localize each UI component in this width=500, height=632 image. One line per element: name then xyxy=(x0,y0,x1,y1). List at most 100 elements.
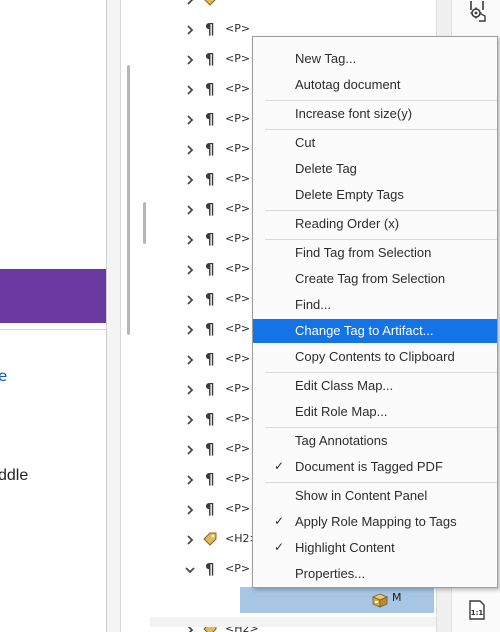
tree-row-label: <P> xyxy=(225,22,251,35)
tree-row-label: <P> xyxy=(225,562,251,575)
paragraph-icon: ¶ xyxy=(205,230,215,248)
panel-gutter xyxy=(107,0,121,632)
chevron-right-icon[interactable] xyxy=(184,54,196,66)
menu-separator xyxy=(265,129,497,130)
chevron-right-icon[interactable] xyxy=(184,474,196,486)
checkmark-icon: ✓ xyxy=(274,540,285,554)
menu-item-label: Find... xyxy=(295,297,332,312)
menu-item-label: Properties... xyxy=(295,566,366,581)
menu-item[interactable]: Reading Order (x) xyxy=(253,212,497,236)
menu-item[interactable]: Show in Content Panel xyxy=(253,484,497,508)
menu-item-label: Edit Role Map... xyxy=(295,404,388,419)
chevron-right-icon[interactable] xyxy=(184,234,196,246)
tree-row-label: <P> xyxy=(225,142,251,155)
tags-horizontal-scrollbar[interactable] xyxy=(150,617,436,627)
chevron-right-icon[interactable] xyxy=(184,324,196,336)
menu-item[interactable]: ✓ Highlight Content xyxy=(253,536,497,560)
menu-item-label: Change Tag to Artifact... xyxy=(295,323,434,338)
gutter-divider xyxy=(120,0,121,632)
chevron-right-icon[interactable] xyxy=(184,294,196,306)
menu-item-label: New Tag... xyxy=(295,51,357,66)
panel-resize-handle[interactable] xyxy=(143,202,146,244)
selected-tree-row[interactable] xyxy=(240,587,434,613)
tree-row[interactable] xyxy=(150,0,436,14)
chevron-right-icon[interactable] xyxy=(184,384,196,396)
menu-item-label: Reading Order (x) xyxy=(295,216,400,231)
chevron-right-icon[interactable] xyxy=(184,84,196,96)
chevron-right-icon[interactable] xyxy=(184,534,196,546)
chevron-right-icon[interactable] xyxy=(184,354,196,366)
menu-item-label: Delete Tag xyxy=(295,161,357,176)
paragraph-icon: ¶ xyxy=(205,470,215,488)
chevron-right-icon[interactable] xyxy=(184,0,196,6)
chevron-right-icon[interactable] xyxy=(184,414,196,426)
tree-row-label: <P> xyxy=(225,412,251,425)
menu-item-label: Increase font size(y) xyxy=(295,106,413,121)
tree-row-label: <P> xyxy=(225,352,251,365)
chevron-right-icon[interactable] xyxy=(184,204,196,216)
menu-item[interactable]: Delete Empty Tags xyxy=(253,183,497,207)
document-page-area: e ddle xyxy=(0,0,107,632)
tree-row-label: <P> xyxy=(225,262,251,275)
menu-item[interactable]: Edit Class Map... xyxy=(253,374,497,398)
menu-item[interactable]: Tag Annotations xyxy=(253,429,497,453)
menu-separator xyxy=(265,239,497,240)
tree-row-label: <P> xyxy=(225,322,251,335)
context-menu: New Tag... Autotag document Increase font … xyxy=(252,36,498,588)
chevron-down-icon[interactable] xyxy=(184,564,196,576)
actual-size-button[interactable]: 1:1 xyxy=(466,599,488,621)
box-icon xyxy=(371,593,389,608)
tree-row-label: <P> xyxy=(225,382,251,395)
checkmark-icon: ✓ xyxy=(274,459,285,473)
menu-item[interactable]: Cut xyxy=(253,131,497,155)
tree-row-label: <P> xyxy=(225,112,251,125)
chevron-right-icon[interactable] xyxy=(184,504,196,516)
selected-tree-label: M xyxy=(392,591,402,604)
actual-size-label: 1:1 xyxy=(471,609,484,617)
chevron-right-icon[interactable] xyxy=(184,114,196,126)
menu-item[interactable]: Increase font size(y) xyxy=(253,102,497,126)
menu-item[interactable]: New Tag... xyxy=(253,47,497,71)
tree-row-label: <P> xyxy=(225,232,251,245)
paragraph-icon: ¶ xyxy=(205,20,215,38)
menu-item[interactable]: ✓ Apply Role Mapping to Tags xyxy=(253,510,497,534)
document-scrollbar-thumb[interactable] xyxy=(127,65,130,335)
chevron-right-icon[interactable] xyxy=(184,144,196,156)
paragraph-icon: ¶ xyxy=(205,350,215,368)
chevron-right-icon[interactable] xyxy=(184,264,196,276)
tree-row-label: <P> xyxy=(225,442,251,455)
menu-item[interactable]: ✓ Document is Tagged PDF xyxy=(253,455,497,479)
menu-item-label: Autotag document xyxy=(295,77,401,92)
paragraph-icon: ¶ xyxy=(205,140,215,158)
document-gear-icon xyxy=(470,1,486,22)
document-gear-button[interactable] xyxy=(466,0,488,22)
menu-separator xyxy=(265,372,497,373)
menu-item[interactable]: Find Tag from Selection xyxy=(253,241,497,265)
menu-item-label: Delete Empty Tags xyxy=(295,187,404,202)
document-body-text: ddle xyxy=(0,467,29,484)
paragraph-icon: ¶ xyxy=(205,380,215,398)
menu-item[interactable]: Create Tag from Selection xyxy=(253,267,497,291)
menu-item[interactable]: Change Tag to Artifact... xyxy=(253,319,497,343)
menu-item[interactable]: Delete Tag xyxy=(253,157,497,181)
menu-item-label: Document is Tagged PDF xyxy=(295,459,443,474)
chevron-right-icon[interactable] xyxy=(184,174,196,186)
menu-item[interactable]: Copy Contents to Clipboard xyxy=(253,345,497,369)
tree-row-label: <P> xyxy=(225,472,251,485)
paragraph-icon: ¶ xyxy=(205,320,215,338)
menu-item[interactable]: Properties... xyxy=(253,562,497,586)
actual-size-icon: 1:1 xyxy=(469,600,485,620)
checkmark-icon: ✓ xyxy=(274,514,285,528)
purple-header-band xyxy=(0,269,106,323)
paragraph-icon: ¶ xyxy=(205,50,215,68)
tag-icon xyxy=(202,531,218,547)
document-link-text[interactable]: e xyxy=(0,367,7,385)
chevron-right-icon[interactable] xyxy=(184,24,196,36)
menu-item-label: Tag Annotations xyxy=(295,433,388,448)
chevron-right-icon[interactable] xyxy=(184,444,196,456)
menu-item[interactable]: Autotag document xyxy=(253,73,497,97)
paragraph-icon: ¶ xyxy=(205,110,215,128)
menu-item[interactable]: Find... xyxy=(253,293,497,317)
menu-item[interactable]: Edit Role Map... xyxy=(253,400,497,424)
paragraph-icon: ¶ xyxy=(205,200,215,218)
